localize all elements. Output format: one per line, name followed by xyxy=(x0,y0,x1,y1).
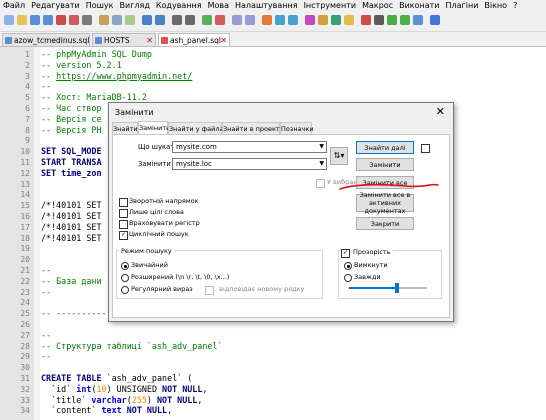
red-underline-annotation xyxy=(339,183,439,190)
